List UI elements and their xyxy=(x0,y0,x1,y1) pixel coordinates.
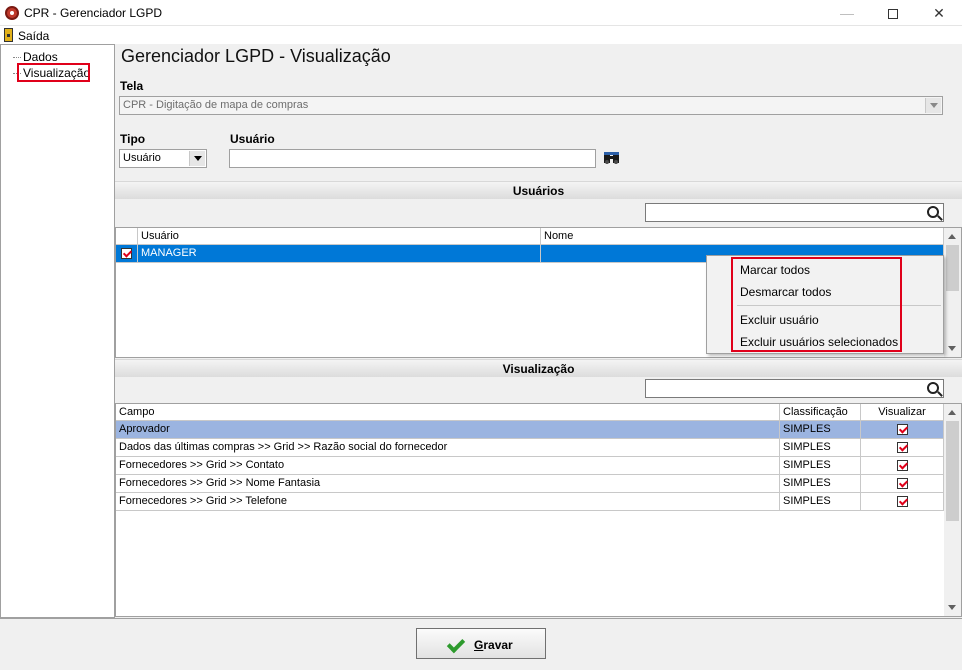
grid-head-nome[interactable]: Nome xyxy=(541,228,944,245)
grid-head-usuario[interactable]: Usuário xyxy=(138,228,541,245)
maximize-icon xyxy=(888,9,898,20)
checkmark-icon xyxy=(446,634,466,654)
menu-bar: Saída xyxy=(0,26,962,44)
visualizacao-grid: Campo Classificação Visualizar Aprovador… xyxy=(115,403,962,617)
nav-item-dados[interactable]: Dados xyxy=(23,50,58,64)
usuarios-scrollbar[interactable] xyxy=(944,228,961,357)
usuarios-search-input[interactable] xyxy=(645,203,944,222)
title-bar: CPR - Gerenciador LGPD — ✕ xyxy=(0,0,962,26)
checkbox[interactable] xyxy=(121,248,132,259)
scroll-down-icon[interactable] xyxy=(948,346,956,351)
checkbox[interactable] xyxy=(897,442,908,453)
visualizacao-section-header: Visualização xyxy=(115,359,962,377)
scroll-thumb[interactable] xyxy=(946,421,959,521)
table-row-campo[interactable]: Aprovador xyxy=(116,421,780,439)
visualizacao-scrollbar[interactable] xyxy=(944,404,961,616)
checkbox[interactable] xyxy=(897,478,908,489)
scroll-thumb[interactable] xyxy=(946,245,959,291)
tela-value: CPR - Digitação de mapa de compras xyxy=(123,99,309,111)
usuario-input[interactable] xyxy=(229,149,596,168)
minimize-button[interactable]: — xyxy=(824,0,870,26)
scroll-up-icon[interactable] xyxy=(948,410,956,415)
checkbox[interactable] xyxy=(897,496,908,507)
context-menu-highlight-box xyxy=(731,257,902,352)
chevron-down-icon[interactable] xyxy=(189,151,205,166)
scroll-up-icon[interactable] xyxy=(948,234,956,239)
grid-head-campo[interactable]: Campo xyxy=(116,404,780,421)
grid-head-visualizar[interactable]: Visualizar xyxy=(861,404,944,421)
table-row-visualizar[interactable] xyxy=(861,457,944,475)
table-row-usuario[interactable]: MANAGER xyxy=(138,245,541,263)
close-button[interactable]: ✕ xyxy=(916,0,962,26)
visualizacao-search-input[interactable] xyxy=(645,379,944,398)
save-button[interactable]: Gravar xyxy=(416,628,546,659)
search-icon[interactable] xyxy=(927,206,939,218)
search-icon[interactable] xyxy=(927,382,939,394)
table-row-campo[interactable]: Dados das últimas compras >> Grid >> Raz… xyxy=(116,439,780,457)
save-label-rest: ravar xyxy=(483,638,513,652)
grid-head-check xyxy=(116,228,138,245)
table-row-classificacao[interactable]: SIMPLES xyxy=(780,475,861,493)
table-row-campo[interactable]: Fornecedores >> Grid >> Telefone xyxy=(116,493,780,511)
tela-select: CPR - Digitação de mapa de compras xyxy=(119,96,943,115)
tipo-label: Tipo xyxy=(120,132,146,146)
chevron-down-icon xyxy=(925,98,941,113)
footer-divider xyxy=(0,618,962,619)
table-row-visualizar[interactable] xyxy=(861,421,944,439)
app-icon xyxy=(5,6,19,20)
table-row-campo[interactable]: Fornecedores >> Grid >> Nome Fantasia xyxy=(116,475,780,493)
table-row-campo[interactable]: Fornecedores >> Grid >> Contato xyxy=(116,457,780,475)
left-nav: Dados Visualização xyxy=(0,44,115,618)
table-row-visualizar[interactable] xyxy=(861,439,944,457)
save-label-mnemonic: G xyxy=(474,638,484,652)
nav-highlight-box xyxy=(17,63,90,82)
scroll-down-icon[interactable] xyxy=(948,605,956,610)
maximize-button[interactable] xyxy=(870,0,916,26)
binoculars-icon[interactable] xyxy=(603,151,621,165)
tipo-value: Usuário xyxy=(123,152,161,164)
page-title: Gerenciador LGPD - Visualização xyxy=(121,46,391,66)
checkbox[interactable] xyxy=(897,460,908,471)
usuarios-section-header: Usuários xyxy=(115,181,962,199)
table-row-classificacao[interactable]: SIMPLES xyxy=(780,493,861,511)
table-row-visualizar[interactable] xyxy=(861,493,944,511)
save-button-label: Gravar xyxy=(474,638,513,652)
usuario-label: Usuário xyxy=(230,132,275,146)
table-row-visualizar[interactable] xyxy=(861,475,944,493)
table-row-classificacao[interactable]: SIMPLES xyxy=(780,439,861,457)
table-row-check-cell[interactable] xyxy=(116,245,138,263)
exit-icon[interactable] xyxy=(4,28,13,42)
tree-line xyxy=(13,57,21,58)
checkbox[interactable] xyxy=(897,424,908,435)
grid-head-classificacao[interactable]: Classificação xyxy=(780,404,861,421)
tela-label: Tela xyxy=(120,79,144,93)
table-row-classificacao[interactable]: SIMPLES xyxy=(780,421,861,439)
tipo-select[interactable]: Usuário xyxy=(119,149,207,168)
menu-exit[interactable]: Saída xyxy=(18,29,49,43)
window-title: CPR - Gerenciador LGPD xyxy=(24,6,163,20)
table-row-classificacao[interactable]: SIMPLES xyxy=(780,457,861,475)
